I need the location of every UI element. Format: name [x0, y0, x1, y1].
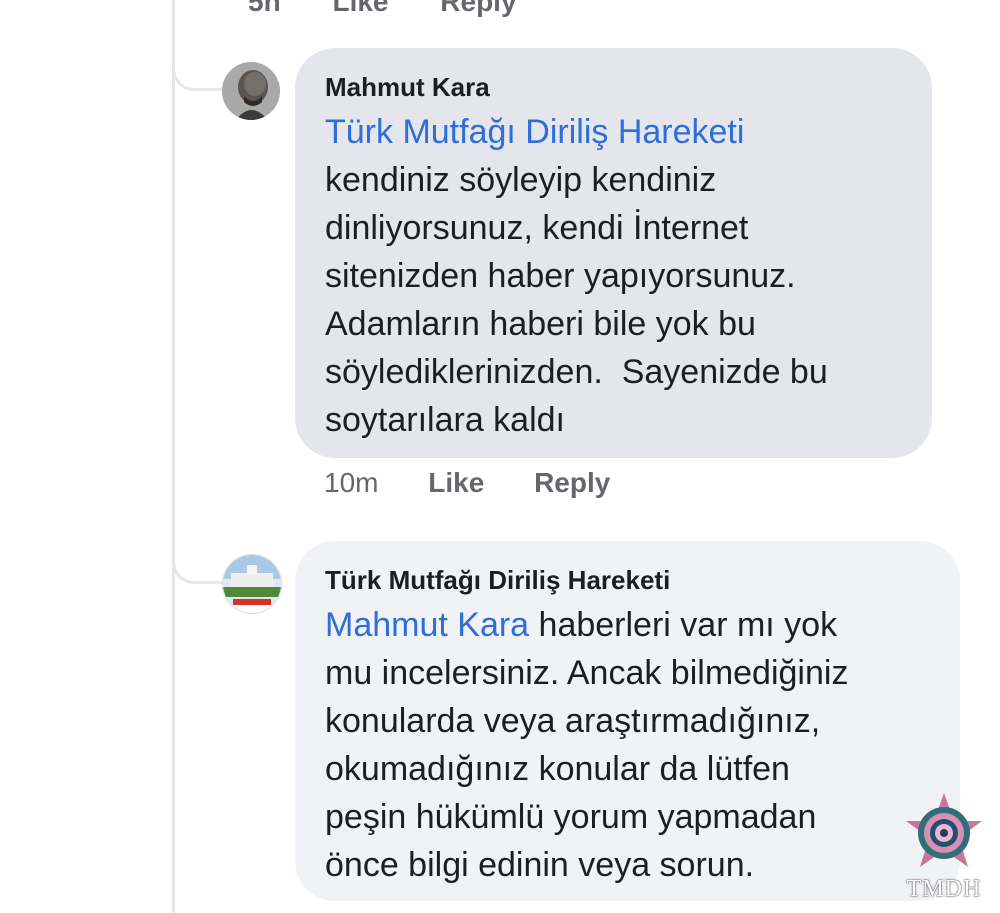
previous-comment-time: 5h — [248, 0, 281, 17]
avatar-photo-icon — [222, 62, 280, 120]
reply-line: konularda veya araştırmadığınız, — [325, 702, 821, 740]
thread-connector — [172, 60, 223, 91]
thread-line — [172, 0, 175, 913]
reply-bubble: Türk Mutfağı Diriliş Hareketi Mahmut Kar… — [295, 541, 960, 901]
mandala-logo-icon — [906, 793, 982, 867]
previous-like-button[interactable]: Like — [332, 0, 388, 17]
page-avatar[interactable] — [222, 554, 282, 614]
mention-link[interactable]: Mahmut Kara — [325, 606, 529, 644]
comment-timestamp[interactable]: 10m — [324, 467, 378, 498]
comment-line: sitenizden haber yapıyorsunuz. — [325, 257, 796, 295]
comment-line: Adamların haberi bile yok bu — [325, 305, 756, 343]
page-avatar-image-icon — [223, 555, 281, 613]
comment-line: kendiniz söyleyip kendiniz — [325, 161, 717, 199]
comment-line: soytarılara kaldı — [325, 401, 565, 439]
mention-link[interactable]: Türk Mutfağı Diriliş Hareketi — [325, 113, 744, 151]
previous-reply-button[interactable]: Reply — [440, 0, 516, 17]
thread-connector — [172, 553, 223, 584]
reply-line: peşin hükümlü yorum yapmadan — [325, 798, 817, 836]
reply-line: mu incelersiniz. Ancak bilmediğiniz — [325, 654, 849, 692]
comment-bubble: Mahmut Kara Türk Mutfağı Diriliş Hareket… — [295, 48, 932, 458]
comment-line: söylediklerinizden. Sayenizde bu — [325, 353, 828, 391]
comment-thread: 5h Like Reply Mahmut Kara Türk Mutfağı D… — [0, 0, 1000, 913]
avatar[interactable] — [222, 62, 280, 120]
previous-comment-actions: 5h Like Reply — [248, 0, 561, 18]
comment-actions: 10m Like Reply — [324, 467, 652, 499]
comment-line: dinliyorsunuz, kendi İnternet — [325, 209, 749, 247]
comment-text: Türk Mutfağı Diriliş Hareketi kendiniz s… — [325, 108, 902, 444]
reply-text: Mahmut Kara haberleri var mı yok mu ince… — [325, 601, 930, 889]
comment-author[interactable]: Mahmut Kara — [325, 70, 902, 104]
reply-button[interactable]: Reply — [534, 467, 610, 498]
like-button[interactable]: Like — [428, 467, 484, 498]
watermark: TMDH — [896, 791, 992, 903]
reply-line: okumadığınız konular da lütfen — [325, 750, 790, 788]
reply-author[interactable]: Türk Mutfağı Diriliş Hareketi — [325, 563, 930, 597]
reply-line: önce bilgi edinin veya sorun. — [325, 846, 755, 884]
reply-line: haberleri var mı yok — [529, 606, 838, 644]
watermark-text: TMDH — [906, 876, 982, 902]
